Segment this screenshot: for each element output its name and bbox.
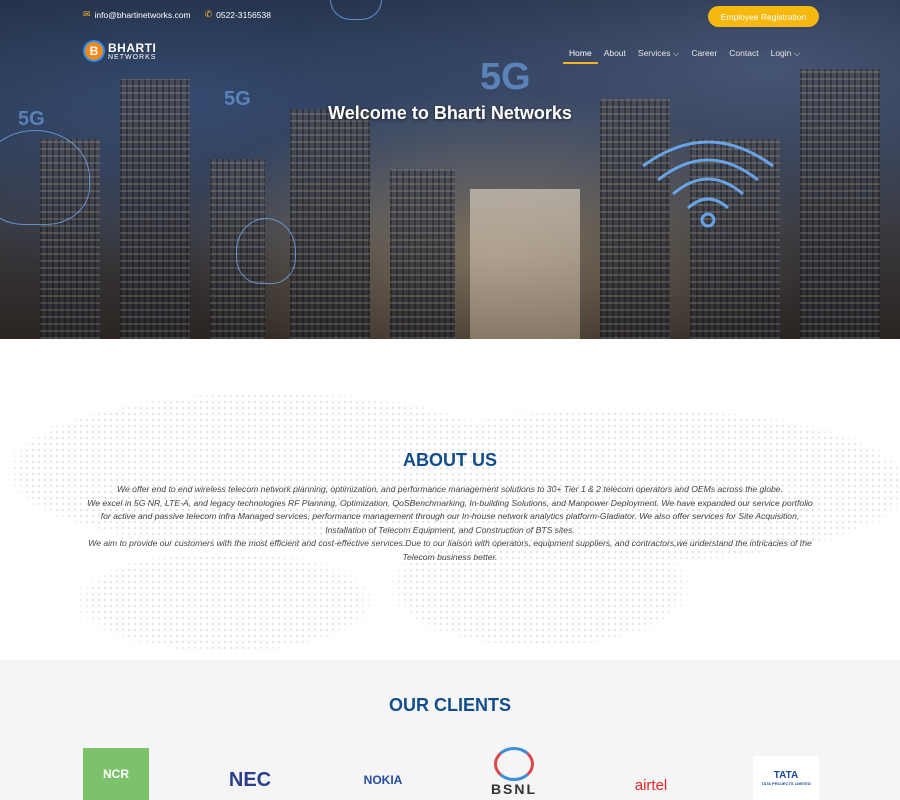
client-subname: TATA PROJECTS LIMITED [761, 781, 811, 786]
logo[interactable]: B BHARTI NETWORKS [83, 40, 156, 62]
client-logo-bsnl: BSNL [484, 744, 544, 800]
nav-about[interactable]: About [598, 48, 632, 59]
logo-mark: B [83, 40, 105, 62]
client-name: NOKIA [363, 773, 403, 787]
nav-home[interactable]: Home [563, 48, 598, 64]
client-logo-nokia: NOKIA [350, 770, 416, 790]
client-logo-ncr: NCR [83, 748, 149, 800]
about-paragraph: We offer end to end wireless telecom net… [117, 484, 783, 494]
email-link[interactable]: ✉ info@bhartinetworks.com [83, 9, 191, 20]
bsnl-symbol [494, 747, 534, 781]
building [290, 109, 370, 339]
client-name: BSNL [490, 781, 538, 797]
about-text: We offer end to end wireless telecom net… [85, 483, 815, 565]
client-logo-nec: NEC [217, 766, 283, 794]
cloud-icon [330, 0, 382, 20]
logo-sub: NETWORKS [108, 53, 157, 61]
client-name: TATA [773, 770, 799, 781]
phone-link[interactable]: ✆ 0522-3156538 [205, 9, 271, 20]
about-paragraph: We aim to provide our customers with the… [88, 538, 812, 562]
client-logo-tata: TATA TATA PROJECTS LIMITED [753, 756, 819, 800]
phone-text: 0522-3156538 [216, 9, 271, 20]
nav-contact[interactable]: Contact [723, 48, 764, 59]
nav-services[interactable]: Services ⌵ [632, 48, 685, 59]
email-text: info@bhartinetworks.com [94, 9, 191, 20]
clients-section: OUR CLIENTS NCR NEC NOKIA BSNL airtel TA… [0, 660, 900, 800]
clients-heading: OUR CLIENTS [388, 695, 511, 715]
contact-bar: ✉ info@bhartinetworks.com ✆ 0522-3156538 [83, 9, 271, 20]
logo-name: BHARTI [108, 40, 157, 55]
client-name: NCR [103, 767, 129, 781]
employee-registration-button[interactable]: Employee Registration [708, 6, 819, 27]
building [470, 189, 580, 339]
client-name: NEC [228, 768, 272, 791]
hero-title: Welcome to Bharti Networks [328, 103, 572, 123]
about-section: ABOUT US We offer end to end wireless te… [0, 339, 900, 660]
building [390, 169, 455, 339]
nav-login[interactable]: Login ⌵ [765, 48, 807, 59]
client-logo-airtel: airtel [618, 772, 684, 798]
client-name: airtel [634, 776, 668, 794]
about-paragraph: We excel in 5G NR, LTE-A, and legacy tec… [87, 497, 813, 535]
nav-career[interactable]: Career [685, 48, 723, 59]
cloud-icon [236, 218, 296, 284]
wifi-icon [642, 140, 774, 228]
main-nav: Home About Services ⌵ Career Contact Log… [563, 48, 807, 64]
mail-icon: ✉ [83, 9, 91, 19]
hero-banner: 5G 5G 5G ✉ info@bhartinetworks.com ✆ 052… [0, 0, 900, 339]
phone-icon: ✆ [204, 9, 213, 19]
about-heading: ABOUT US [403, 450, 497, 470]
5g-badge: 5G [480, 56, 531, 98]
